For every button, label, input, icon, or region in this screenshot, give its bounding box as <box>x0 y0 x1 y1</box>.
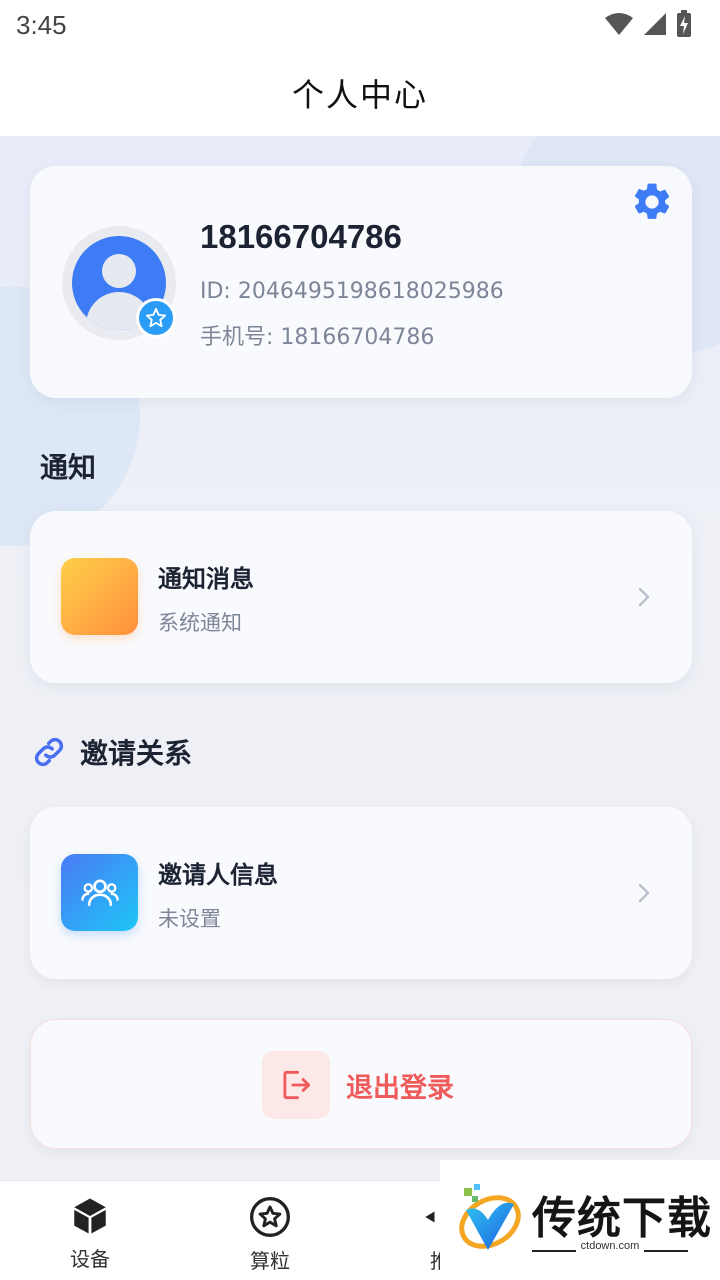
status-icons <box>604 10 692 38</box>
notification-title: 通知消息 <box>158 565 254 593</box>
profile-card: 18166704786 ID: 2046495198618025986 手机号:… <box>30 166 692 398</box>
inviter-subtitle: 未设置 <box>158 907 221 931</box>
users-icon <box>80 878 119 906</box>
notification-item[interactable]: 通知消息 系统通知 <box>30 511 692 683</box>
wifi-icon <box>605 13 633 35</box>
star-circle-icon <box>250 1197 290 1237</box>
inviter-tile-icon <box>61 854 138 931</box>
cube-icon <box>74 1198 106 1234</box>
logout-button[interactable]: 退出登录 <box>30 1019 692 1149</box>
link-icon <box>34 737 64 767</box>
gear-icon[interactable] <box>630 180 674 224</box>
logout-label: 退出登录 <box>346 1072 454 1104</box>
profile-phone: 手机号: 18166704786 <box>200 325 435 350</box>
invite-section-title: 邀请关系 <box>80 737 193 770</box>
status-time: 3:45 <box>16 10 67 40</box>
chevron-right-icon <box>638 883 650 903</box>
watermark: 传统下载 ctdown.com <box>440 1160 720 1280</box>
top-bar: 个人中心 <box>0 50 720 136</box>
watermark-brand: 传统下载 <box>532 1193 712 1244</box>
logout-icon <box>262 1051 330 1119</box>
nav-label: 设备 <box>70 1247 110 1271</box>
nav-item-points[interactable]: 算粒 <box>210 1195 330 1274</box>
inviter-info-item[interactable]: 邀请人信息 未设置 <box>30 807 692 979</box>
logout-content: 退出登录 <box>262 1051 454 1119</box>
nav-label: 算粒 <box>250 1249 290 1273</box>
vip-star-badge-icon <box>136 298 176 338</box>
profile-name: 18166704786 <box>200 218 402 255</box>
status-bar: 3:45 <box>0 0 720 50</box>
page-title: 个人中心 <box>291 76 428 114</box>
inviter-title: 邀请人信息 <box>158 861 278 889</box>
watermark-logo-icon <box>459 1184 521 1250</box>
notification-subtitle: 系统通知 <box>158 611 242 635</box>
notify-section-title: 通知 <box>40 451 97 484</box>
battery-icon <box>677 10 691 37</box>
chevron-right-icon <box>638 587 650 607</box>
invite-section-header: 邀请关系 <box>30 732 192 772</box>
notification-tile-icon <box>61 558 138 635</box>
nav-item-devices[interactable]: 设备 <box>30 1195 150 1272</box>
profile-id: ID: 2046495198618025986 <box>200 279 504 304</box>
signal-icon <box>644 13 666 35</box>
watermark-url: ctdown.com <box>580 1240 640 1252</box>
